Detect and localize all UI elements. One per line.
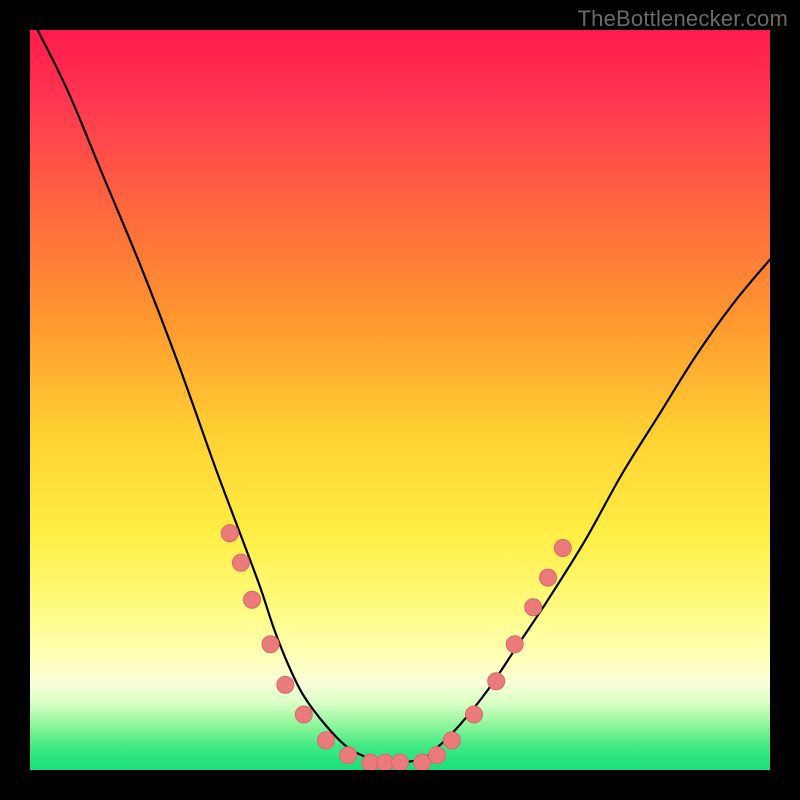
chart-frame: TheBottlenecker.com	[0, 0, 800, 800]
curve-marker	[262, 636, 279, 653]
curve-marker	[244, 591, 261, 608]
curve-marker	[392, 754, 409, 770]
curve-marker	[318, 732, 335, 749]
curve-marker	[277, 676, 294, 693]
curve-marker	[221, 525, 238, 542]
curve-marker	[340, 747, 357, 764]
curve-marker	[525, 599, 542, 616]
curve-marker	[232, 554, 249, 571]
curve-marker	[488, 673, 505, 690]
curve-marker	[506, 636, 523, 653]
plot-area	[30, 30, 770, 770]
watermark-text: TheBottlenecker.com	[578, 6, 788, 32]
curve-marker	[443, 732, 460, 749]
curve-marker	[429, 747, 446, 764]
bottleneck-curve	[30, 30, 770, 763]
curve-marker	[540, 569, 557, 586]
curve-marker	[295, 706, 312, 723]
curve-marker	[554, 540, 571, 557]
curve-markers	[221, 525, 571, 770]
chart-svg	[30, 30, 770, 770]
curve-marker	[466, 706, 483, 723]
